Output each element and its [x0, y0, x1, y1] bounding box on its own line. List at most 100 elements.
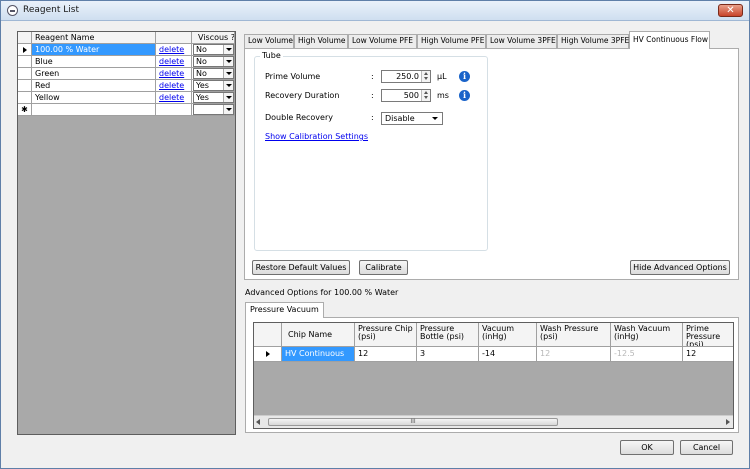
spin-arrows-icon[interactable]: [421, 71, 430, 82]
prime-volume-label: Prime Volume: [265, 72, 321, 81]
current-row-icon: [265, 351, 270, 357]
new-row-marker-icon: ✱: [18, 104, 32, 116]
spin-arrows-icon[interactable]: [421, 90, 430, 101]
header-viscous[interactable]: Viscous ?: [192, 32, 235, 44]
reagent-name-cell[interactable]: 100.00 % Water: [32, 44, 156, 56]
viscous-value: No: [196, 45, 207, 54]
header-chip-name[interactable]: Chip Name: [282, 323, 355, 347]
tab-panel: Tube Prime Volume : 250.0 µL i Recovery …: [244, 48, 739, 280]
reagent-name-cell[interactable]: Blue: [32, 56, 156, 68]
delete-link[interactable]: delete: [159, 69, 184, 78]
viscous-combo[interactable]: [193, 104, 234, 115]
tube-group: Tube Prime Volume : 250.0 µL i Recovery …: [254, 51, 488, 251]
advanced-panel: Chip Name Pressure Chip (psi) Pressure B…: [245, 317, 739, 433]
horizontal-scrollbar[interactable]: III: [254, 415, 733, 428]
header-wash-pressure[interactable]: Wash Pressure (psi): [537, 323, 611, 347]
reagent-name-cell[interactable]: Red: [32, 80, 156, 92]
header-pressure-chip[interactable]: Pressure Chip (psi): [355, 323, 417, 347]
row-selector[interactable]: [18, 92, 32, 104]
tab-high-volume-pfe[interactable]: High Volume PFE: [417, 34, 486, 48]
viscous-combo[interactable]: Yes: [193, 92, 234, 103]
show-calibration-settings-link[interactable]: Show Calibration Settings: [265, 132, 368, 141]
scroll-thumb[interactable]: III: [268, 418, 558, 426]
viscous-value: No: [196, 69, 207, 78]
chevron-down-icon[interactable]: [223, 57, 233, 66]
viscous-cell: Yes: [192, 80, 235, 92]
viscous-combo[interactable]: No: [193, 56, 234, 67]
reagent-row[interactable]: Yellow delete Yes: [18, 92, 235, 104]
new-reagent-row[interactable]: ✱: [18, 104, 235, 116]
hide-advanced-options-button[interactable]: Hide Advanced Options: [630, 260, 730, 275]
row-selector[interactable]: [254, 347, 282, 362]
tab-pressure-vacuum[interactable]: Pressure Vacuum: [245, 302, 324, 318]
wash-pressure-cell: 12: [537, 347, 611, 362]
reagent-row[interactable]: Blue delete No: [18, 56, 235, 68]
reagent-name-cell[interactable]: Green: [32, 68, 156, 80]
ok-button[interactable]: OK: [620, 440, 674, 455]
prime-volume-stepper[interactable]: 250.0: [381, 70, 431, 83]
viscous-value: No: [196, 57, 207, 66]
reagent-grid: Reagent Name Viscous ? 100.00 % Water de…: [17, 31, 236, 435]
header-wash-vacuum[interactable]: Wash Vacuum (inHg): [611, 323, 683, 347]
app-icon: [7, 5, 18, 16]
row-selector[interactable]: [18, 44, 32, 56]
row-selector[interactable]: [18, 56, 32, 68]
cancel-button[interactable]: Cancel: [680, 440, 733, 455]
delete-link[interactable]: delete: [159, 57, 184, 66]
reagent-row[interactable]: Green delete No: [18, 68, 235, 80]
viscous-combo[interactable]: Yes: [193, 80, 234, 91]
delete-link[interactable]: delete: [159, 45, 184, 54]
reagent-row[interactable]: Red delete Yes: [18, 80, 235, 92]
delete-cell: delete: [156, 56, 192, 68]
tab-low-volume[interactable]: Low Volume: [244, 34, 294, 48]
viscous-value: Yes: [196, 81, 209, 90]
tab-high-volume[interactable]: High Volume: [294, 34, 348, 48]
vacuum-cell[interactable]: -14: [479, 347, 537, 362]
viscous-combo[interactable]: No: [193, 68, 234, 79]
recovery-duration-stepper[interactable]: 500: [381, 89, 431, 102]
chevron-down-icon[interactable]: [223, 45, 233, 54]
info-icon[interactable]: i: [459, 90, 470, 101]
reagent-name-cell[interactable]: Yellow: [32, 92, 156, 104]
tab-low-volume-pfe[interactable]: Low Volume PFE: [348, 34, 417, 48]
scroll-right-icon[interactable]: [726, 419, 730, 425]
viscous-combo[interactable]: No: [193, 44, 234, 55]
delete-link[interactable]: delete: [159, 81, 184, 90]
chevron-down-icon[interactable]: [223, 81, 233, 90]
prime-pressure-cell[interactable]: 12: [683, 347, 733, 362]
delete-cell: delete: [156, 68, 192, 80]
header-delete: [156, 32, 192, 44]
chip-name-cell[interactable]: HV Continuous R...: [282, 347, 355, 362]
pressure-bottle-cell[interactable]: 3: [417, 347, 479, 362]
new-reagent-name-cell[interactable]: [32, 104, 156, 116]
chevron-down-icon[interactable]: [223, 93, 233, 102]
delete-link[interactable]: delete: [159, 93, 184, 102]
row-selector[interactable]: [18, 68, 32, 80]
tab-low-volume-3pfe[interactable]: Low Volume 3PFE: [486, 34, 557, 48]
title-bar: Reagent List ✕: [1, 1, 749, 21]
close-window-button[interactable]: ✕: [718, 4, 743, 17]
tab-high-volume-3pfe[interactable]: High Volume 3PFE: [557, 34, 629, 48]
recovery-duration-value: 500: [403, 91, 419, 100]
scroll-left-icon[interactable]: [256, 419, 260, 425]
colon: :: [371, 91, 374, 100]
prime-volume-value: 250.0: [396, 72, 419, 81]
chevron-down-icon[interactable]: [223, 69, 233, 78]
header-reagent-name[interactable]: Reagent Name: [32, 32, 156, 44]
row-selector[interactable]: [18, 80, 32, 92]
calibrate-button[interactable]: Calibrate: [359, 260, 408, 275]
chevron-down-icon[interactable]: [223, 105, 233, 114]
chevron-down-icon: [432, 117, 438, 120]
tab-hv-continuous-flow[interactable]: HV Continuous Flow: [629, 31, 710, 49]
header-vacuum[interactable]: Vacuum (inHg): [479, 323, 537, 347]
restore-default-values-button[interactable]: Restore Default Values: [252, 260, 350, 275]
double-recovery-select[interactable]: Disable: [381, 112, 443, 125]
header-prime-pressure[interactable]: Prime Pressure (psi): [683, 323, 733, 347]
pressure-chip-cell[interactable]: 12: [355, 347, 417, 362]
reagent-list-window: Reagent List ✕ Reagent Name Viscous ? 10…: [0, 0, 750, 469]
advanced-options-caption: Advanced Options for 100.00 % Water: [245, 288, 399, 297]
reagent-row[interactable]: 100.00 % Water delete No: [18, 44, 235, 56]
colon: :: [371, 113, 374, 122]
header-pressure-bottle[interactable]: Pressure Bottle (psi): [417, 323, 479, 347]
info-icon[interactable]: i: [459, 71, 470, 82]
